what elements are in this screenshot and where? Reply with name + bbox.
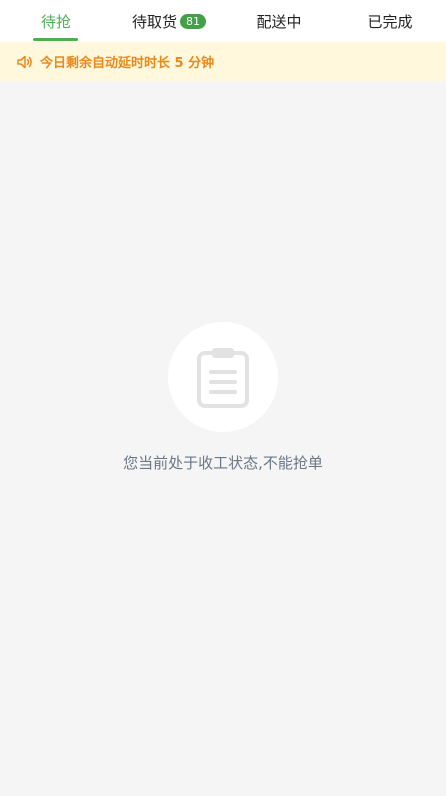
empty-state-illustration	[168, 322, 278, 432]
tab-label: 待取货	[131, 12, 177, 31]
empty-state-message: 您当前处于收工状态,不能抢单	[123, 454, 323, 472]
notice-text: 今日剩余自动延时时长 5 分钟	[40, 56, 215, 71]
notice-bar: 今日剩余自动延时时长 5 分钟	[0, 42, 446, 81]
clipboard-icon	[197, 348, 249, 408]
tab-label: 待抢	[40, 12, 71, 31]
speaker-icon	[17, 55, 32, 68]
tab-delivering[interactable]: 配送中	[244, 0, 314, 42]
tab-label: 已完成	[367, 12, 413, 31]
active-tab-indicator	[33, 38, 78, 41]
tab-label: 配送中	[256, 12, 302, 31]
order-tab-bar: 待抢 待取货 81 配送中 已完成	[0, 0, 446, 42]
tab-pending-grab[interactable]: 待抢	[26, 0, 86, 42]
tab-pending-pickup[interactable]: 待取货 81	[124, 0, 214, 42]
count-badge: 81	[180, 13, 206, 29]
tab-completed[interactable]: 已完成	[355, 0, 425, 42]
